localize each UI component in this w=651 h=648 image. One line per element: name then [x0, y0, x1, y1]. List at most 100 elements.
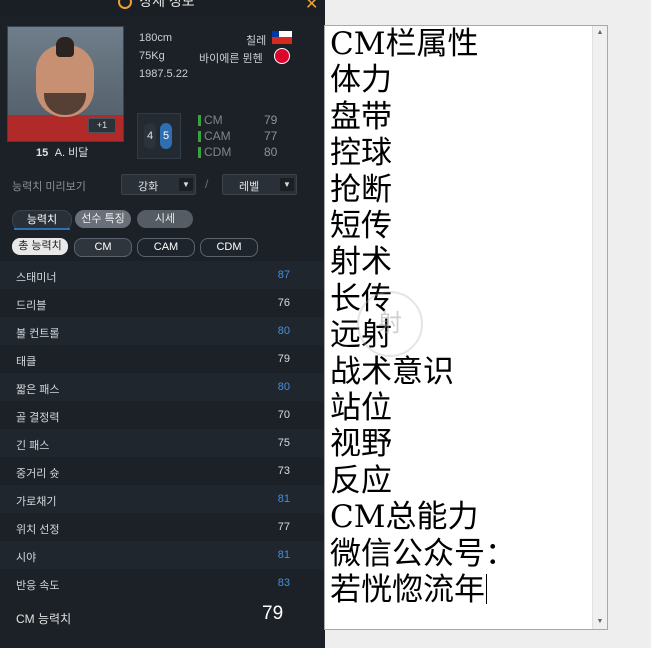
stat-row: 위치 선정 77: [0, 513, 325, 541]
stat-row: 드리블 76: [0, 289, 325, 317]
stat-row: 긴 패스 75: [0, 429, 325, 457]
editor-line: 视野: [330, 426, 392, 463]
editor-scrollbar[interactable]: ▲ ▼: [592, 26, 607, 629]
stat-name: 스태미너: [16, 272, 57, 284]
overall-rating-value: 79: [262, 603, 284, 624]
filter-total-stats[interactable]: 총 능력치: [12, 238, 68, 255]
player-nation: 칠레: [246, 35, 267, 47]
weak-foot-value: 4: [144, 123, 156, 149]
stat-name: 가로채기: [16, 496, 57, 508]
overall-rating-row: CM 능력치 79: [0, 598, 325, 638]
stat-value: 76: [277, 297, 290, 309]
chile-flag-icon: [272, 31, 292, 44]
overall-rating-label: CM 능력치: [16, 612, 72, 626]
stat-value: 77: [277, 521, 290, 533]
player-detail-panel: 상세 정보 ✕ +1 15 A. 비달 180cm 75Kg 1987.5.22…: [0, 0, 325, 648]
editor-line: 控球: [330, 135, 392, 172]
editor-line: CM栏属性: [330, 26, 479, 62]
strong-foot-value: 5: [160, 123, 172, 149]
position-value: 77: [264, 129, 278, 143]
player-club: 바이에른 뮌헨: [199, 53, 263, 65]
stat-row: 짧은 패스 80: [0, 373, 325, 401]
stat-row: 중거리 슛 73: [0, 457, 325, 485]
foot-ability: 4 5: [137, 113, 181, 159]
enhancement-badge: +1: [88, 118, 116, 133]
position-name: CM: [204, 113, 223, 127]
stat-value: 80: [277, 381, 290, 393]
stat-row: 볼 컨트롤 80: [0, 317, 325, 345]
stat-value: 87: [277, 269, 290, 281]
player-height: 180cm: [139, 32, 173, 44]
close-icon[interactable]: ✕: [305, 0, 318, 14]
scroll-down-icon[interactable]: ▼: [593, 615, 607, 629]
stat-value: 80: [277, 325, 290, 337]
tab-market-price[interactable]: 시세: [137, 210, 193, 228]
upgrade-dropdown[interactable]: 강화 ▼: [121, 174, 196, 195]
text-caret: [486, 574, 487, 605]
stat-name: 반응 속도: [16, 580, 60, 592]
editor-line: 战术意识: [330, 353, 454, 390]
stat-name: 볼 컨트롤: [16, 328, 60, 340]
level-dropdown-label: 레벨: [239, 181, 260, 193]
panel-title: 상세 정보: [139, 0, 195, 9]
stat-row: 태클 79: [0, 345, 325, 373]
stat-name: 태클: [16, 356, 37, 368]
player-name-row: 15 A. 비달: [36, 144, 88, 160]
stat-name: 드리블: [16, 300, 47, 312]
stat-value: 83: [277, 577, 290, 589]
editor-line: 体力: [330, 62, 392, 99]
tab-player-traits[interactable]: 선수 특징: [75, 210, 131, 228]
editor-line: 盘带: [330, 98, 392, 135]
position-row: CDM 80: [198, 145, 277, 159]
player-number: 15: [36, 147, 49, 159]
stat-value: 79: [277, 353, 290, 365]
position-value: 80: [264, 145, 278, 159]
position-value: 79: [264, 113, 278, 127]
editor-line: 反应: [330, 462, 392, 499]
dropdown-separator: /: [205, 177, 209, 191]
player-birthdate: 1987.5.22: [139, 68, 188, 80]
editor-line: 抢断: [330, 171, 392, 208]
position-name: CDM: [204, 145, 232, 159]
player-name: A. 비달: [54, 147, 89, 159]
editor-line: 站位: [330, 390, 392, 427]
stat-name: 중거리 슛: [16, 468, 60, 480]
level-dropdown[interactable]: 레벨 ▼: [222, 174, 297, 195]
stat-row: 가로채기 81: [0, 485, 325, 513]
player-weight: 75Kg: [139, 50, 165, 62]
stat-row: 골 결정력 70: [0, 401, 325, 429]
stat-value: 81: [277, 493, 290, 505]
scroll-up-icon[interactable]: ▲: [593, 26, 607, 40]
upgrade-dropdown-label: 강화: [138, 181, 159, 193]
stat-value: 70: [277, 409, 290, 421]
club-logo-icon: [274, 48, 290, 64]
stat-preview-label: 능력치 미리보기: [12, 181, 86, 193]
active-tab-indicator: [14, 228, 70, 230]
tab-ability[interactable]: 능력치: [12, 210, 72, 230]
stat-name: 위치 선정: [16, 524, 60, 536]
position-name: CAM: [204, 129, 231, 143]
stat-name: 시야: [16, 552, 37, 564]
triangle-down-icon: ▼: [280, 178, 294, 191]
stat-name: 긴 패스: [16, 440, 50, 452]
editor-line: 微信公众号：: [330, 535, 516, 572]
position-row: CAM 77: [198, 129, 277, 143]
stat-row: 반응 속도 83: [0, 569, 325, 597]
watermark-icon: 射: [357, 291, 423, 357]
stat-value: 75: [277, 437, 290, 449]
stat-row: 시야 81: [0, 541, 325, 569]
stat-value: 81: [277, 549, 290, 561]
editor-line: 若恍惚流年: [330, 572, 485, 609]
editor-line: 短传: [330, 208, 392, 245]
position-row: CM 79: [198, 113, 277, 127]
editor-line: 射术: [330, 244, 392, 281]
stat-name: 짧은 패스: [16, 384, 60, 396]
editor-line: CM总能力: [330, 499, 479, 536]
stat-row: 스태미너 87: [0, 261, 325, 289]
stat-name: 골 결정력: [16, 412, 60, 424]
triangle-down-icon: ▼: [179, 178, 193, 191]
filter-cam[interactable]: CAM: [137, 238, 195, 257]
filter-cm[interactable]: CM: [74, 238, 132, 257]
filter-cdm[interactable]: CDM: [200, 238, 258, 257]
stat-value: 73: [277, 465, 290, 477]
